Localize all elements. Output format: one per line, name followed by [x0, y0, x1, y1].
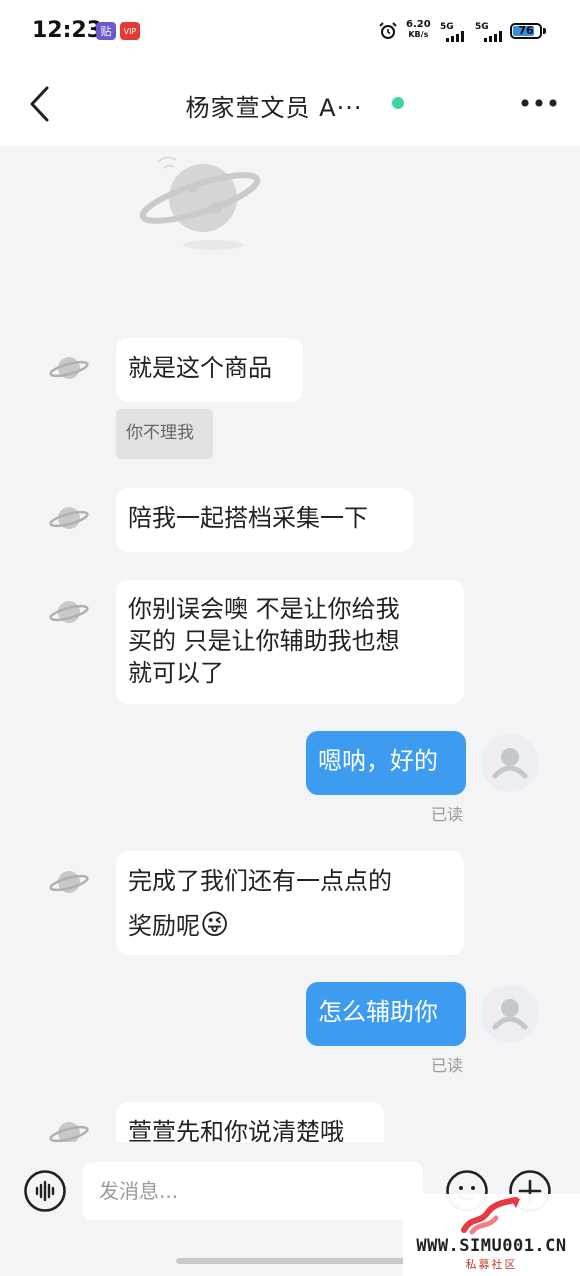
- clock: 12:23: [32, 18, 103, 43]
- contact-avatar-icon[interactable]: [49, 862, 89, 902]
- online-status-dot: [392, 97, 404, 109]
- user-silhouette-icon: [492, 748, 528, 779]
- alarm-icon: [379, 22, 397, 39]
- watermark-url: WWW.SIMU001.CN: [416, 1236, 567, 1256]
- planet-illustration-icon: [139, 156, 261, 250]
- notification-app-icon-2: VIP: [120, 22, 140, 40]
- chat-title: 杨家萱文员 A···: [185, 94, 363, 122]
- incoming-message[interactable]: 你别误会噢 不是让你给我 买的 只是让你辅助我也想 就可以了: [116, 580, 464, 704]
- message-line: 奖励呢: [128, 912, 200, 940]
- battery-icon: 76: [510, 23, 542, 39]
- read-receipt: 已读: [431, 1056, 464, 1075]
- incoming-message[interactable]: 就是这个商品: [116, 338, 303, 402]
- user-avatar[interactable]: [481, 985, 539, 1043]
- signal-bars-1-icon: [446, 31, 464, 42]
- home-indicator: [176, 1258, 406, 1264]
- message-line: 买的 只是让你辅助我也想: [128, 627, 400, 655]
- watermark-subtitle: 私募社区: [465, 1258, 518, 1271]
- user-avatar[interactable]: [481, 734, 539, 792]
- network-speed: 6.20 KB/s: [406, 19, 431, 40]
- battery-tip: [543, 28, 546, 34]
- incoming-message[interactable]: 完成了我们还有一点点的 奖励呢😜: [116, 851, 464, 955]
- message-line: 你别误会噢 不是让你给我: [128, 595, 400, 623]
- outgoing-message[interactable]: 嗯呐，好的: [306, 731, 466, 795]
- incoming-message[interactable]: 陪我一起搭档采集一下: [116, 488, 413, 552]
- battery-level: 76: [518, 24, 534, 37]
- read-receipt: 已读: [431, 805, 464, 824]
- message-input[interactable]: [83, 1162, 423, 1220]
- voice-input-icon[interactable]: [23, 1169, 67, 1213]
- signal-bars-2-icon: [484, 31, 502, 42]
- watermark-logo-icon: [461, 1197, 520, 1235]
- contact-avatar-icon[interactable]: [49, 348, 89, 388]
- notification-app-icon: 贴: [96, 22, 116, 40]
- message-line: 完成了我们还有一点点的: [128, 867, 392, 895]
- contact-avatar-icon[interactable]: [49, 592, 89, 632]
- user-silhouette-icon: [492, 999, 528, 1030]
- contact-avatar-icon[interactable]: [49, 498, 89, 538]
- message-line: 就可以了: [128, 659, 224, 687]
- more-options-icon[interactable]: [520, 98, 558, 108]
- system-notice: 你不理我: [116, 409, 213, 459]
- winking-tongue-emoji-icon: 😜: [200, 908, 230, 941]
- outgoing-message[interactable]: 怎么辅助你: [306, 982, 466, 1046]
